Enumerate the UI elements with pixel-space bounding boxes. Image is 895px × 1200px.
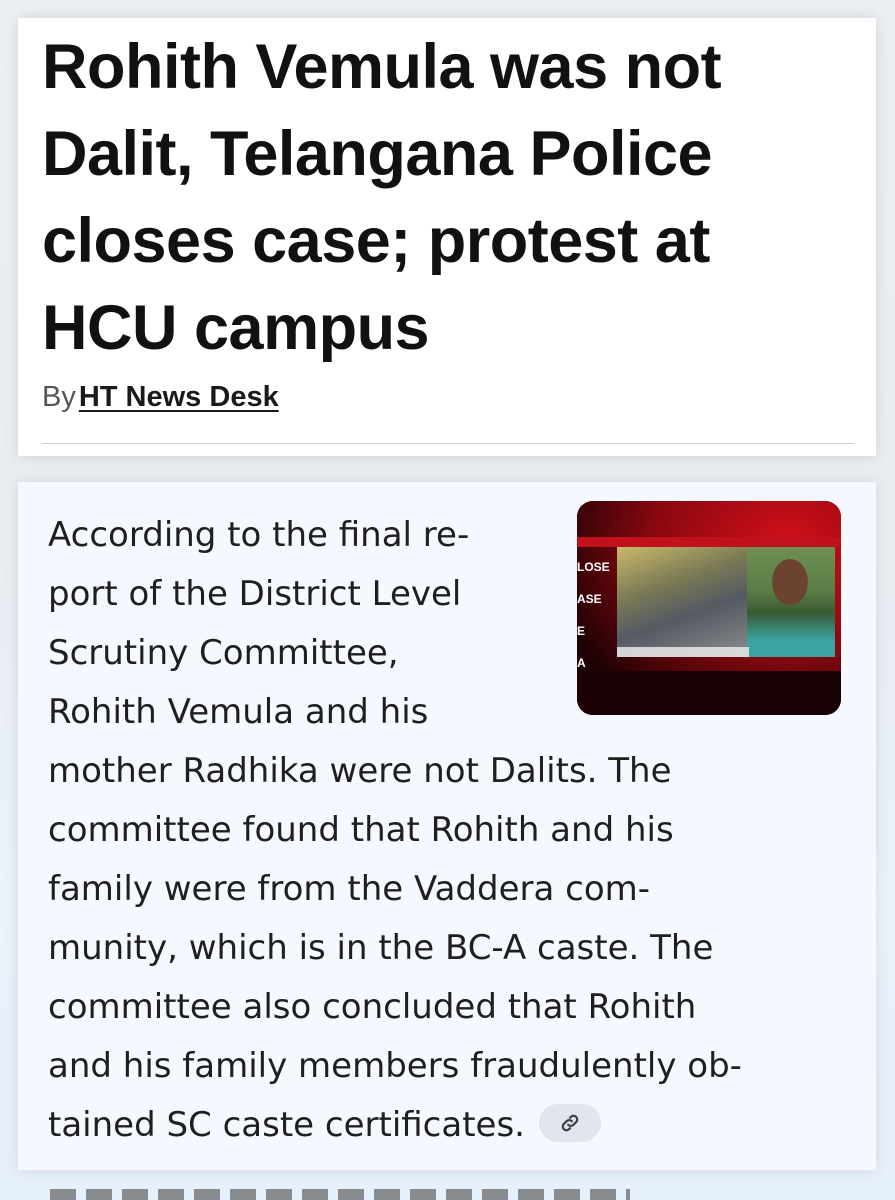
headline-line: Rohith Vemula was not [42, 32, 722, 102]
article-headline: Rohith Vemula was not Dalit, Telangana P… [42, 24, 842, 372]
headline-card: Rohith Vemula was not Dalit, Telangana P… [18, 18, 876, 456]
headline-line: HCU campus [42, 293, 430, 363]
byline: By HT News Desk [42, 381, 279, 414]
next-section-peek [50, 1189, 630, 1200]
summary-line: port of the District Level [48, 574, 462, 614]
summary-line: and his family members fraudulently ob- [48, 1046, 742, 1086]
divider [42, 443, 854, 444]
byline-prefix: By [42, 381, 76, 413]
author-link[interactable]: HT News Desk [79, 381, 279, 413]
summary-line: munity, which is in the BC-A caste. The [48, 928, 714, 968]
summary-line: committee also concluded that Rohith [48, 987, 697, 1027]
summary-line: family were from the Vaddera com- [48, 869, 651, 909]
source-link-button[interactable] [538, 1103, 601, 1142]
summary-card: LOSE ASE E A According to the final re- … [18, 482, 876, 1170]
summary-line: committee found that Rohith and his [48, 810, 674, 850]
summary-line: mother Radhika were not Dalits. The [48, 751, 672, 791]
summary-line: tained SC caste certificates. [48, 1105, 525, 1145]
summary-text: According to the final re- port of the D… [48, 506, 848, 1155]
summary-last-line: tained SC caste certificates. [48, 1096, 848, 1155]
summary-line: Scrutiny Committee, [48, 633, 399, 673]
summary-line: Rohith Vemula and his [48, 692, 429, 732]
headline-line: closes case; protest at [42, 206, 710, 276]
headline-line: Dalit, Telangana Police [42, 119, 713, 189]
link-icon [561, 1114, 579, 1131]
summary-line: According to the final re- [48, 515, 470, 555]
